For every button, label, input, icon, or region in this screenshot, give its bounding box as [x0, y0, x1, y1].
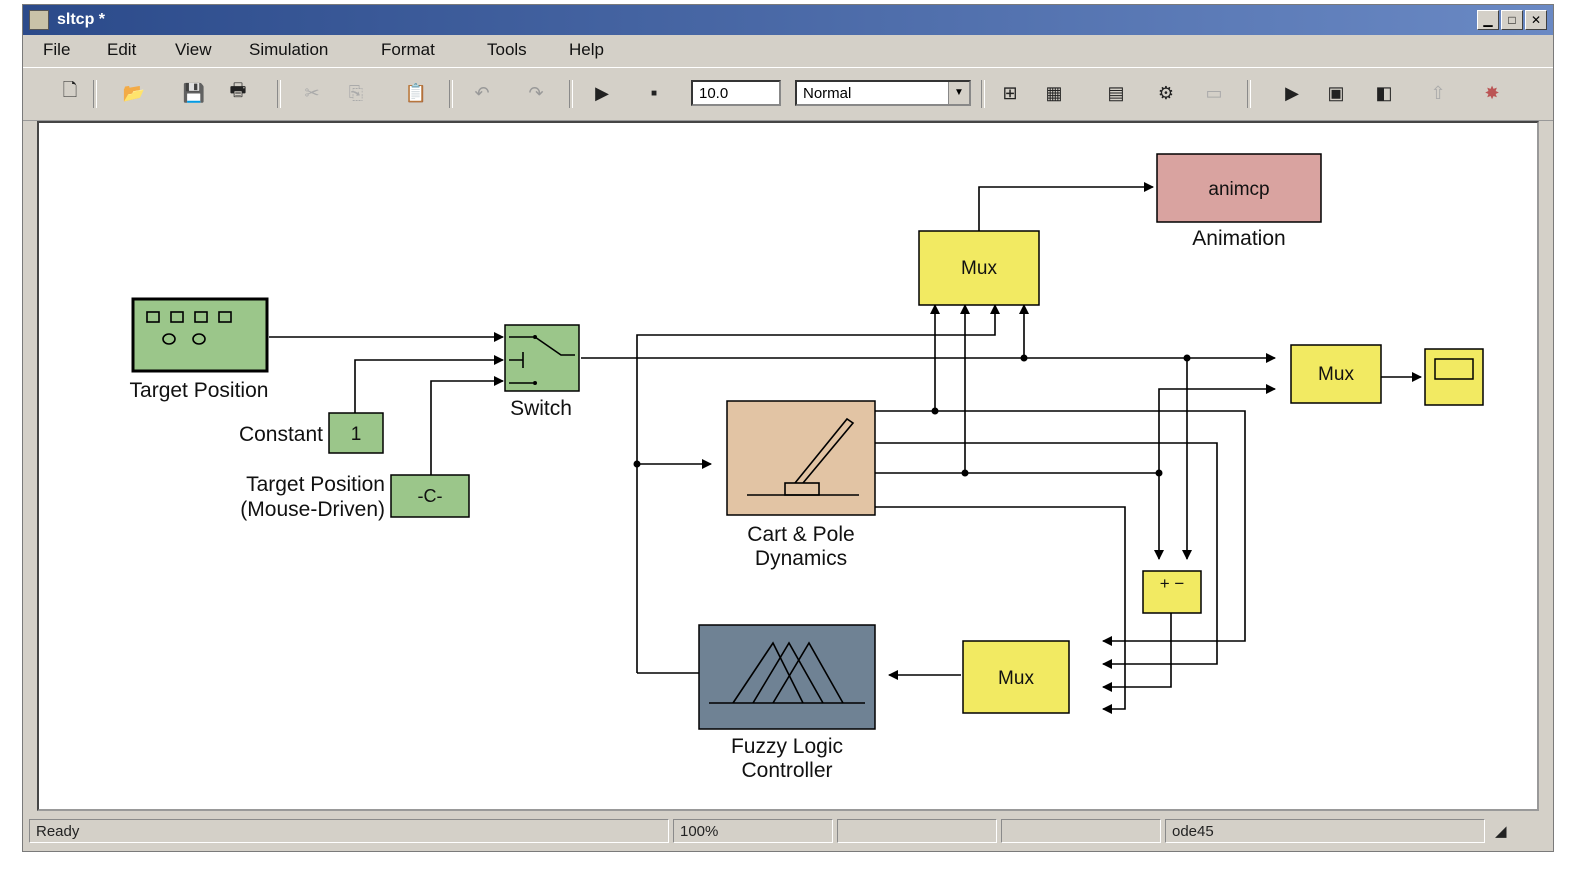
- constant-value: 1: [351, 424, 362, 445]
- model-browser-icon[interactable]: ▶: [1279, 80, 1305, 106]
- constant-label: Constant: [239, 423, 323, 446]
- toolbar-separator: [93, 80, 97, 108]
- copy-icon[interactable]: ⎘: [343, 80, 369, 106]
- block-fuzzy-logic[interactable]: Fuzzy Logic Controller: [698, 624, 876, 782]
- cut-icon[interactable]: ✂: [299, 80, 325, 106]
- signal-mouse-to-switch[interactable]: [430, 376, 504, 475]
- save-icon[interactable]: 💾: [181, 80, 207, 106]
- cart-pole-label-line2: Dynamics: [755, 547, 847, 570]
- block-target-position-mouse[interactable]: -C- Target Position (Mouse-Driven): [240, 473, 470, 521]
- mouse-driven-label-line1: Target Position: [246, 473, 385, 496]
- model-explorer-icon[interactable]: ⚙: [1153, 80, 1179, 106]
- menu-edit[interactable]: Edit: [107, 40, 136, 60]
- signal-switch-to-mux-top[interactable]: [581, 304, 1029, 359]
- simulink-app-icon: [29, 10, 49, 30]
- close-button[interactable]: ✕: [1525, 10, 1547, 30]
- signal-mux-to-animation[interactable]: [978, 182, 1154, 231]
- menu-file[interactable]: File: [43, 40, 70, 60]
- undo-icon[interactable]: ↶: [469, 80, 495, 106]
- block-mux-right[interactable]: Mux: [1290, 344, 1382, 404]
- menu-help[interactable]: Help: [569, 40, 604, 60]
- library-browser-icon[interactable]: ▤: [1103, 80, 1129, 106]
- window-title: sltcp *: [57, 11, 106, 28]
- toolbar: 🗋 📂 💾 🖶 ✂ ⎘ 📋 ↶ ↷ ▶ ■ 10.0 Normal ▼ ⊞ ▦ …: [23, 67, 1553, 121]
- status-bar: Ready 100% ode45 ◢: [23, 817, 1553, 847]
- mux-top-label: Mux: [961, 258, 997, 279]
- status-solver: ode45: [1165, 819, 1485, 843]
- animation-value: animcp: [1208, 179, 1269, 200]
- stop-simulation-icon[interactable]: ■: [641, 80, 667, 106]
- update-diagram-icon[interactable]: ⊞: [997, 80, 1023, 106]
- resize-grip-icon[interactable]: ◢: [1489, 819, 1545, 843]
- debugger-icon[interactable]: ▭: [1201, 80, 1227, 106]
- mouse-driven-value: -C-: [418, 486, 443, 506]
- toggle-browser-icon[interactable]: ▣: [1323, 80, 1349, 106]
- switch-body[interactable]: [504, 324, 580, 392]
- maximize-button[interactable]: □: [1501, 10, 1523, 30]
- build-icon[interactable]: ▦: [1041, 80, 1067, 106]
- block-switch[interactable]: Switch: [504, 324, 580, 420]
- mux-right-label: Mux: [1318, 364, 1354, 385]
- simulink-window: sltcp * ▁ □ ✕ File Edit View Simulation …: [22, 4, 1554, 852]
- mux-bottom-label: Mux: [998, 668, 1034, 689]
- menu-format[interactable]: Format: [381, 40, 435, 60]
- port-values-icon[interactable]: ◧: [1371, 80, 1397, 106]
- stop-time-input[interactable]: 10.0: [691, 80, 781, 106]
- target-position-body[interactable]: [131, 297, 269, 373]
- toolbar-separator: [277, 80, 281, 108]
- toolbar-separator: [981, 80, 985, 108]
- target-position-label: Target Position: [130, 379, 269, 402]
- menu-bar: File Edit View Simulation Format Tools H…: [23, 37, 1553, 63]
- fuzzy-label-line2: Controller: [741, 759, 832, 782]
- print-icon[interactable]: 🖶: [225, 80, 251, 106]
- minimize-button[interactable]: ▁: [1477, 10, 1499, 30]
- up-arrow-icon[interactable]: ⇧: [1425, 80, 1451, 106]
- signal-sum-to-mux-bottom[interactable]: [1102, 613, 1172, 692]
- block-animation[interactable]: animcp Animation: [1156, 153, 1322, 250]
- cart-pole-label-line1: Cart & Pole: [747, 523, 854, 546]
- menu-tools[interactable]: Tools: [487, 40, 527, 60]
- status-state: Ready: [29, 819, 669, 843]
- simulation-mode-select[interactable]: Normal ▼: [795, 80, 971, 106]
- block-scope[interactable]: [1424, 348, 1484, 406]
- block-mux-bottom[interactable]: Mux: [962, 640, 1070, 714]
- paste-icon[interactable]: 📋: [403, 80, 429, 106]
- block-sum[interactable]: + −: [1142, 570, 1202, 614]
- help-pointer-icon[interactable]: ✸: [1479, 80, 1505, 106]
- signal-cart-out2[interactable]: [875, 442, 1218, 669]
- chevron-down-icon[interactable]: ▼: [948, 82, 969, 104]
- menu-simulation[interactable]: Simulation: [249, 40, 328, 60]
- new-model-icon[interactable]: 🗋: [57, 80, 83, 106]
- block-diagram: Target Position 1 Constant -C- Target Po…: [130, 153, 1484, 782]
- redo-icon[interactable]: ↷: [523, 80, 549, 106]
- block-constant[interactable]: 1 Constant: [239, 412, 384, 454]
- status-zoom: 100%: [673, 819, 833, 843]
- toolbar-separator: [1247, 80, 1251, 108]
- simulation-mode-value: Normal: [803, 85, 852, 102]
- model-canvas[interactable]: Target Position 1 Constant -C- Target Po…: [37, 121, 1539, 811]
- block-cart-pole[interactable]: Cart & Pole Dynamics: [726, 400, 876, 570]
- block-mux-top[interactable]: Mux: [918, 230, 1040, 306]
- fuzzy-label-line1: Fuzzy Logic: [731, 735, 843, 758]
- toolbar-separator: [449, 80, 453, 108]
- animation-label: Animation: [1192, 227, 1285, 250]
- title-bar[interactable]: sltcp * ▁ □ ✕: [23, 5, 1553, 35]
- menu-view[interactable]: View: [175, 40, 212, 60]
- block-target-position[interactable]: Target Position: [130, 297, 269, 402]
- toolbar-separator: [569, 80, 573, 108]
- open-folder-icon[interactable]: 📂: [121, 80, 147, 106]
- signal-constant-to-switch[interactable]: [354, 355, 504, 413]
- status-empty: [1001, 819, 1161, 843]
- switch-label: Switch: [510, 397, 572, 420]
- mouse-driven-label-line2: (Mouse-Driven): [240, 498, 385, 521]
- fuzzy-body[interactable]: [698, 624, 876, 730]
- sum-signs: + −: [1160, 574, 1185, 593]
- status-empty: [837, 819, 997, 843]
- scope-icon: [1434, 358, 1474, 380]
- signal-cart-out3-to-sum[interactable]: [875, 472, 1164, 560]
- start-simulation-icon[interactable]: ▶: [589, 80, 615, 106]
- branch-points: [633, 354, 1191, 477]
- cart-pole-body[interactable]: [726, 400, 876, 516]
